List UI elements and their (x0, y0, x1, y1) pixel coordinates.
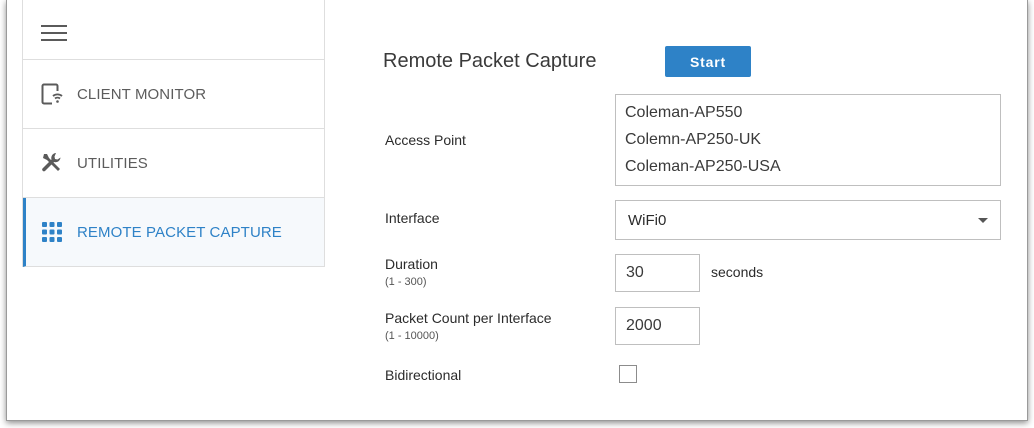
access-point-list[interactable]: Coleman-AP550 Colemn-AP250-UK Coleman-AP… (615, 94, 1001, 186)
menu-toggle[interactable] (23, 0, 324, 60)
duration-unit: seconds (711, 264, 764, 280)
packet-count-input[interactable] (615, 307, 700, 345)
bidirectional-checkbox[interactable] (619, 365, 637, 383)
access-point-option[interactable]: Coleman-AP550 (616, 99, 1000, 126)
sidebar-item-client-monitor[interactable]: CLIENT MONITOR (23, 60, 324, 129)
access-point-option[interactable]: Coleman-AP250-USA (616, 153, 1000, 180)
bidirectional-label: Bidirectional (385, 367, 462, 383)
client-monitor-icon (39, 81, 65, 107)
chevron-down-icon (978, 218, 988, 223)
access-point-label: Access Point (385, 132, 466, 148)
sidebar-item-utilities[interactable]: UTILITIES (23, 129, 324, 198)
packet-count-label-group: Packet Count per Interface (1 - 10000) (385, 310, 552, 342)
main-panel: Remote Packet Capture Start Access Point… (383, 0, 1023, 420)
access-point-option[interactable]: Colemn-AP250-UK (616, 126, 1000, 153)
duration-input[interactable] (615, 254, 700, 292)
sidebar-item-label: CLIENT MONITOR (77, 85, 207, 103)
start-button[interactable]: Start (665, 46, 751, 77)
page-title: Remote Packet Capture (383, 50, 597, 72)
sidebar-item-label: UTILITIES (77, 154, 148, 172)
sidebar: CLIENT MONITOR UTILITIES REMOTE PACKET C… (22, 0, 325, 267)
sidebar-item-label: REMOTE PACKET CAPTURE (77, 223, 282, 241)
tools-icon (39, 150, 65, 176)
packet-count-label: Packet Count per Interface (385, 310, 552, 326)
interface-label: Interface (385, 210, 440, 226)
grid-icon (39, 219, 65, 245)
interface-select[interactable]: WiFi0 (615, 200, 1001, 240)
interface-value: WiFi0 (628, 211, 667, 229)
duration-range: (1 - 300) (385, 276, 427, 288)
packet-count-range: (1 - 10000) (385, 330, 439, 342)
sidebar-item-remote-packet-capture[interactable]: REMOTE PACKET CAPTURE (23, 198, 324, 267)
hamburger-icon (41, 25, 67, 41)
duration-label: Duration (385, 256, 438, 272)
app-window: CLIENT MONITOR UTILITIES REMOTE PACKET C… (6, 0, 1028, 421)
duration-label-group: Duration (1 - 300) (385, 256, 438, 288)
